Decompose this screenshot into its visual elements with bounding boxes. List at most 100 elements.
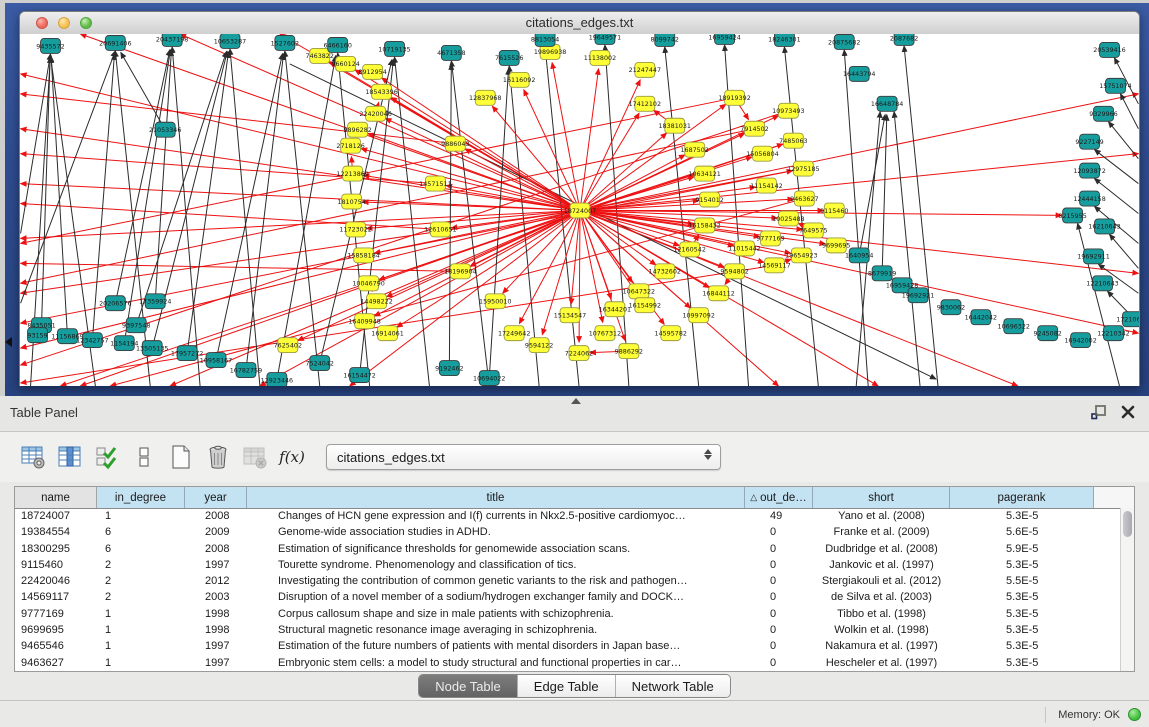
- network-canvas[interactable]: 1872400774638229660124891295418543396224…: [20, 34, 1139, 386]
- graph-node[interactable]: 8912954: [358, 64, 386, 79]
- column-header-pagerank[interactable]: pagerank: [950, 487, 1094, 508]
- column-header-year[interactable]: year: [185, 487, 247, 508]
- graph-node[interactable]: 9397548: [122, 318, 150, 333]
- table-row[interactable]: 977716911998Corpus callosum shape and si…: [15, 606, 1120, 622]
- graph-node[interactable]: 17210642: [1116, 312, 1139, 327]
- graph-node[interactable]: 11723022: [339, 222, 371, 237]
- table-row[interactable]: 946362711997Embryonic stem cells: a mode…: [15, 655, 1120, 671]
- graph-node[interactable]: 10653287: [214, 34, 246, 48]
- graph-node[interactable]: 8099742: [651, 34, 679, 46]
- table-row[interactable]: 1830029562008Estimation of significance …: [15, 541, 1120, 557]
- graph-node[interactable]: 14595782: [655, 326, 687, 341]
- table-row[interactable]: 2242004622012Investigating the contribut…: [15, 573, 1120, 589]
- table-row[interactable]: 1456911722003Disruption of a novel membe…: [15, 589, 1120, 605]
- graph-node[interactable]: 15134547: [554, 308, 586, 323]
- graph-node[interactable]: 9115460: [820, 203, 848, 218]
- tab-edge-table[interactable]: Edge Table: [518, 675, 616, 697]
- graph-node[interactable]: 10647322: [623, 284, 655, 299]
- table-row[interactable]: 1938455462009Genome-wide association stu…: [15, 524, 1120, 540]
- graph-node[interactable]: 9245082: [1033, 326, 1061, 341]
- graph-node[interactable]: 10696322: [998, 319, 1030, 334]
- graph-node[interactable]: 9886292: [615, 344, 643, 359]
- graph-node[interactable]: 2087682: [890, 34, 918, 45]
- row-height-icon[interactable]: [129, 442, 159, 472]
- graph-node[interactable]: 7625402: [274, 338, 302, 353]
- delete-column-icon[interactable]: [203, 442, 233, 472]
- graph-node[interactable]: 6466160: [323, 37, 351, 52]
- graph-node[interactable]: 1527602: [271, 35, 299, 50]
- network-window-titlebar[interactable]: citations_edges.txt: [20, 12, 1139, 35]
- graph-node[interactable]: 1810754: [337, 194, 365, 209]
- graph-node[interactable]: 9463627: [790, 191, 818, 206]
- graph-node[interactable]: 19649571: [589, 34, 621, 44]
- graph-node[interactable]: 12975185: [787, 161, 819, 176]
- graph-node[interactable]: 12837968: [469, 90, 501, 105]
- graph-node[interactable]: 9227149: [1075, 134, 1103, 149]
- graph-node[interactable]: 7649575: [799, 223, 827, 238]
- graph-node[interactable]: 16344201: [599, 302, 631, 317]
- graph-node[interactable]: 9830062: [937, 300, 965, 315]
- graph-node[interactable]: 7485063: [779, 133, 807, 148]
- splitter-handle-icon[interactable]: [571, 398, 581, 404]
- graph-node[interactable]: 20206576: [99, 296, 131, 311]
- graph-node[interactable]: 20539416: [1093, 42, 1125, 57]
- graph-node[interactable]: 8679919: [868, 266, 896, 281]
- panel-collapse-icon[interactable]: [5, 337, 12, 347]
- graph-node[interactable]: 9660124: [331, 56, 359, 71]
- graph-node[interactable]: 17412102: [629, 96, 661, 111]
- table-scrollbar-thumb[interactable]: [1123, 511, 1132, 537]
- show-columns-icon[interactable]: [55, 442, 85, 472]
- table-mode-icon[interactable]: [18, 442, 48, 472]
- graph-node[interactable]: 19654923: [785, 248, 817, 263]
- column-header-indegree[interactable]: in_degree: [97, 487, 185, 508]
- column-header-title[interactable]: title: [247, 487, 745, 508]
- graph-node[interactable]: 16442042: [965, 310, 997, 325]
- graph-node[interactable]: 16154992: [629, 298, 661, 313]
- graph-node[interactable]: 18381031: [659, 118, 691, 133]
- graph-node[interactable]: 1154194: [110, 336, 138, 351]
- graph-node[interactable]: 8813054: [531, 34, 559, 46]
- graph-node[interactable]: 1687502: [680, 142, 708, 157]
- graph-node[interactable]: 11138002: [584, 50, 616, 65]
- tab-node-table[interactable]: Node Table: [419, 675, 518, 697]
- select-columns-icon[interactable]: [92, 442, 122, 472]
- tab-network-table[interactable]: Network Table: [616, 675, 730, 697]
- graph-node[interactable]: 10694022: [473, 371, 505, 386]
- graph-node[interactable]: 12093872: [1073, 163, 1105, 178]
- table-row[interactable]: 969969511998Structural magnetic resonanc…: [15, 622, 1120, 638]
- table-scrollbar[interactable]: [1120, 508, 1134, 671]
- graph-node[interactable]: 12444158: [1073, 191, 1105, 206]
- graph-node[interactable]: 20691406: [99, 35, 131, 50]
- graph-node[interactable]: 19692911: [1077, 249, 1109, 264]
- graph-node[interactable]: 93159: [27, 328, 47, 343]
- graph-node[interactable]: 13505135: [136, 341, 168, 356]
- graph-node[interactable]: 9594802: [720, 264, 748, 279]
- graph-node[interactable]: 9594122: [525, 338, 553, 353]
- function-builder-icon[interactable]: f(x): [277, 442, 307, 472]
- table-select[interactable]: citations_edges.txt: [326, 444, 721, 470]
- graph-node[interactable]: 9192462: [435, 361, 463, 376]
- graph-node[interactable]: 7524042: [306, 356, 334, 371]
- table-row[interactable]: 1872400712008Changes of HCN gene express…: [15, 508, 1120, 524]
- graph-node[interactable]: 10767312: [589, 326, 621, 341]
- graph-node[interactable]: 12210342: [1097, 326, 1129, 341]
- graph-node[interactable]: 10997092: [682, 308, 714, 323]
- graph-node[interactable]: 16648784: [871, 96, 903, 111]
- graph-node[interactable]: 8215955: [1058, 208, 1086, 223]
- graph-node[interactable]: 4671358: [437, 45, 465, 60]
- column-header-short[interactable]: short: [813, 487, 950, 508]
- graph-node[interactable]: 7914502: [740, 121, 768, 136]
- graph-node[interactable]: 1640954: [845, 248, 873, 263]
- graph-node[interactable]: 16443794: [843, 66, 875, 81]
- graph-node[interactable]: 16210643: [1088, 219, 1120, 234]
- graph-node[interactable]: 16782759: [230, 363, 262, 378]
- graph-node[interactable]: 9329966: [1089, 106, 1117, 121]
- graph-node[interactable]: 9699695: [822, 238, 850, 253]
- float-window-icon[interactable]: [1091, 404, 1107, 425]
- graph-node[interactable]: 9435572: [36, 38, 64, 53]
- create-column-icon[interactable]: [166, 442, 196, 472]
- graph-node[interactable]: 15056804: [746, 146, 778, 161]
- graph-node[interactable]: 9896282: [343, 122, 371, 137]
- graph-node[interactable]: 9777169: [756, 231, 784, 246]
- graph-node[interactable]: 10719135: [378, 41, 410, 56]
